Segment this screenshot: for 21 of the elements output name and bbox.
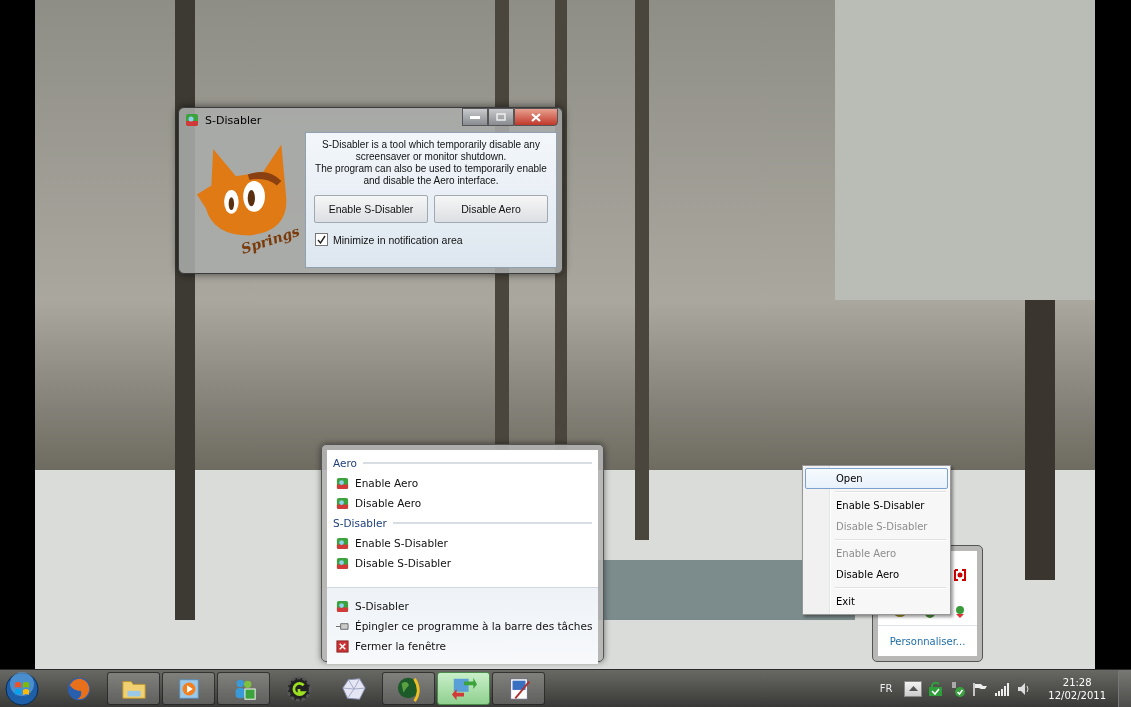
task-item[interactable]: S-Disabler	[333, 596, 592, 616]
description-text: S-Disabler is a tool which temporarily disable any screensaver or monitor shutdown. The program can also be used to temporarily enable and disable the Aero interface.	[315, 139, 547, 187]
jump-list-item[interactable]: Disable Aero	[333, 493, 592, 513]
jump-list-item[interactable]: Disable S-Disabler	[333, 553, 592, 573]
section-heading: S-Disabler	[333, 517, 387, 529]
action-button[interactable]: Disable Aero	[434, 195, 548, 223]
menu-item[interactable]: Open	[805, 468, 948, 489]
action-button[interactable]: Enable S-Disabler	[314, 195, 428, 223]
customize-link[interactable]: Personnaliser...	[889, 635, 966, 647]
section-heading: Aero	[333, 457, 357, 469]
menu-item[interactable]: Exit	[805, 591, 948, 612]
clock[interactable]: 21:28 12/02/2011	[1048, 675, 1106, 702]
task-item[interactable]: Fermer la fenêtre	[333, 636, 592, 656]
jump-list-item[interactable]: Enable S-Disabler	[333, 533, 592, 553]
window-title: S-Disabler	[205, 113, 262, 127]
menu-item[interactable]: Enable S-Disabler	[805, 495, 948, 516]
task-item[interactable]: Épingler ce programme à la barre des tâches	[333, 616, 592, 636]
menu-item[interactable]: Disable Aero	[805, 564, 948, 585]
checkbox-label: Minimize in notification area	[333, 233, 463, 246]
language-indicator[interactable]: FR	[879, 683, 893, 694]
jump-list-item[interactable]: Enable Aero	[333, 473, 592, 493]
